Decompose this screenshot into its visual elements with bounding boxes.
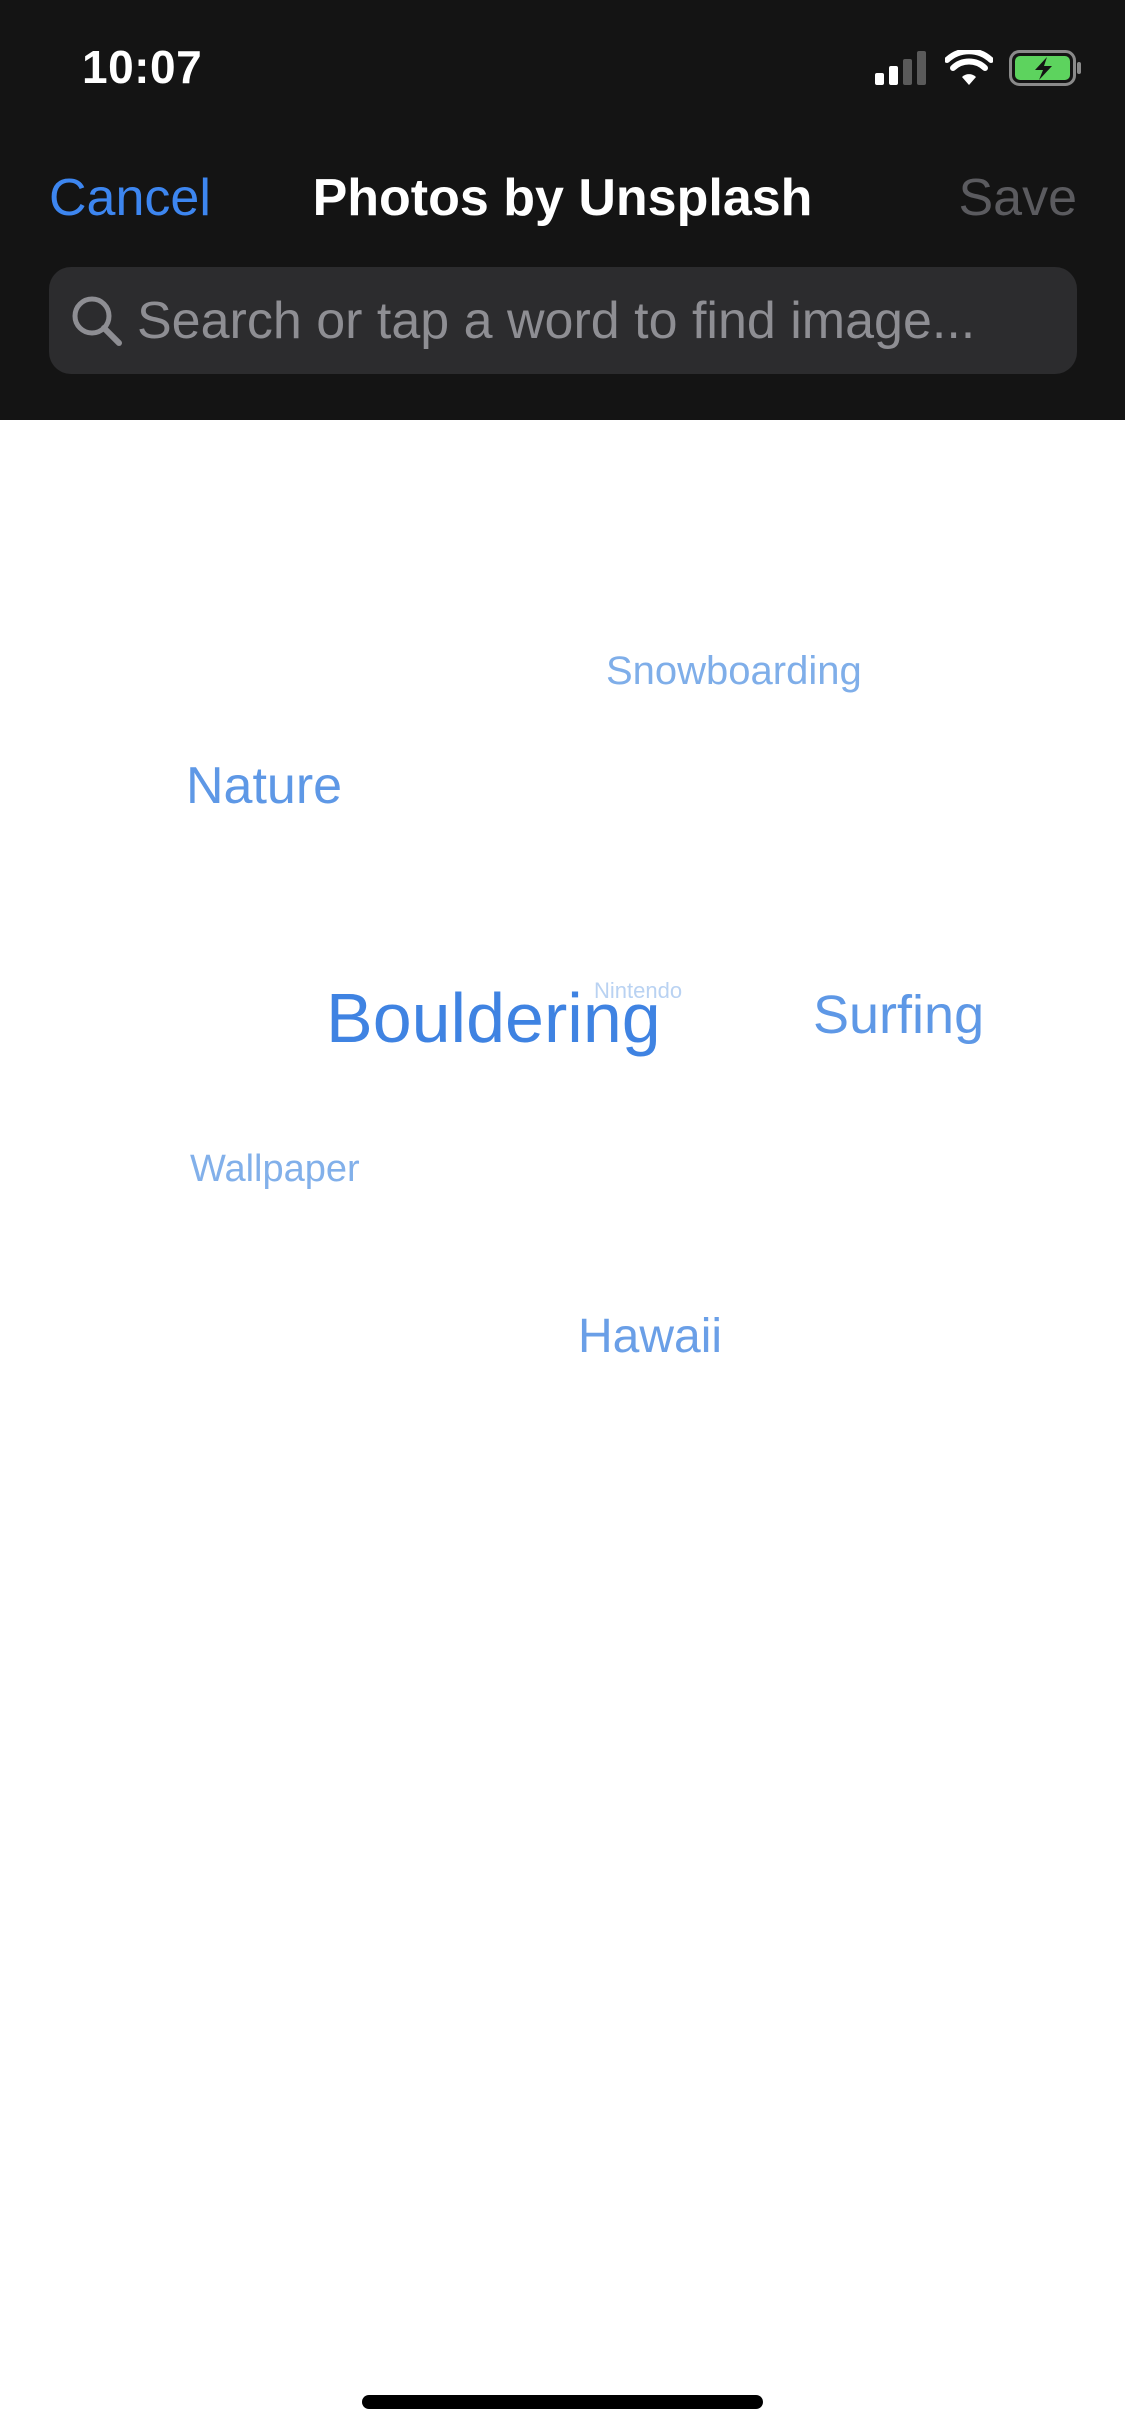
navigation-header: 10:07 Cancel Photos by Unsplash Save Sea… xyxy=(0,0,1125,420)
suggestion-word-snowboarding[interactable]: Snowboarding xyxy=(606,651,862,691)
save-button[interactable]: Save xyxy=(958,168,1077,228)
cellular-signal-icon xyxy=(875,50,929,90)
suggestion-word-nintendo[interactable]: Nintendo xyxy=(594,980,682,1002)
suggestion-word-nature[interactable]: Nature xyxy=(186,760,342,812)
search-input[interactable] xyxy=(137,267,1057,374)
cancel-button[interactable]: Cancel xyxy=(49,168,211,228)
home-indicator[interactable] xyxy=(362,2395,763,2409)
suggestion-word-wallpaper[interactable]: Wallpaper xyxy=(190,1150,360,1188)
search-bar[interactable] xyxy=(49,267,1077,374)
status-icons xyxy=(875,47,1083,92)
search-icon xyxy=(67,291,127,351)
suggestion-word-surfing[interactable]: Surfing xyxy=(813,988,984,1042)
suggestion-word-hawaii[interactable]: Hawaii xyxy=(578,1313,722,1361)
wifi-icon xyxy=(944,47,994,91)
status-time: 10:07 xyxy=(82,41,203,93)
battery-charging-icon xyxy=(1009,49,1083,91)
